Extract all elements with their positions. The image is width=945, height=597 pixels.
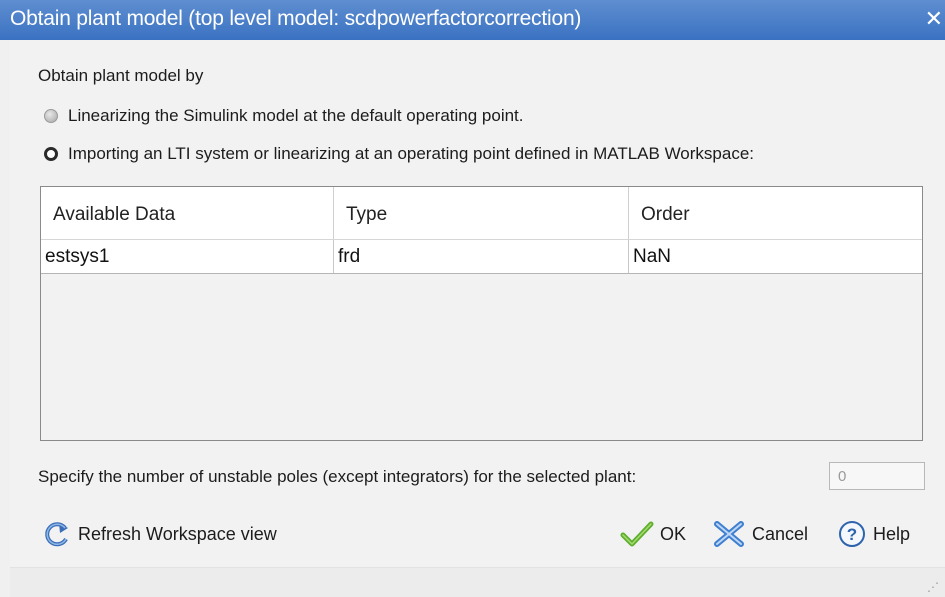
ok-label: OK bbox=[660, 523, 687, 544]
option-label: Linearizing the Simulink model at the de… bbox=[68, 106, 524, 125]
cancel-label: Cancel bbox=[752, 523, 809, 544]
dialog-window: Obtain plant model (top level model: scd… bbox=[0, 0, 945, 597]
workspace-data-table[interactable]: Available Data Type Order estsys1 frd Na… bbox=[40, 186, 923, 441]
table-row[interactable]: estsys1 frd NaN bbox=[41, 240, 922, 274]
cancel-button[interactable]: Cancel bbox=[712, 518, 808, 550]
svg-text:?: ? bbox=[847, 525, 857, 544]
column-header-type[interactable]: Type bbox=[334, 187, 629, 239]
unstable-poles-input[interactable] bbox=[829, 462, 925, 490]
cell-available-data: estsys1 bbox=[41, 240, 334, 273]
resize-grip-icon[interactable]: ⋰ bbox=[927, 580, 939, 594]
question-mark-icon: ? bbox=[839, 521, 865, 547]
refresh-workspace-button[interactable]: Refresh Workspace view bbox=[42, 518, 277, 550]
close-icon[interactable]: ✕ bbox=[925, 6, 943, 32]
column-header-order[interactable]: Order bbox=[629, 187, 922, 239]
title-bar[interactable]: Obtain plant model (top level model: scd… bbox=[0, 0, 945, 40]
unstable-poles-label: Specify the number of unstable poles (ex… bbox=[38, 467, 637, 486]
option-linearize-default[interactable]: Linearizing the Simulink model at the de… bbox=[44, 105, 524, 127]
status-strip: ⋰ bbox=[10, 567, 945, 597]
cell-type: frd bbox=[334, 240, 629, 273]
column-header-available-data[interactable]: Available Data bbox=[41, 187, 334, 239]
cell-order: NaN bbox=[633, 246, 672, 267]
table-header: Available Data Type Order bbox=[41, 187, 922, 240]
option-import-lti[interactable]: Importing an LTI system or linearizing a… bbox=[44, 143, 754, 165]
blue-x-icon bbox=[714, 521, 744, 547]
help-button[interactable]: ? Help bbox=[837, 518, 910, 550]
radio-button-unselected[interactable] bbox=[44, 109, 58, 123]
window-title: Obtain plant model (top level model: scd… bbox=[10, 7, 582, 30]
refresh-label: Refresh Workspace view bbox=[78, 523, 277, 544]
option-label: Importing an LTI system or linearizing a… bbox=[68, 144, 755, 163]
refresh-arrow-icon bbox=[45, 522, 68, 547]
obtain-by-label: Obtain plant model by bbox=[38, 66, 204, 85]
help-label: Help bbox=[873, 523, 911, 544]
green-checkmark-icon bbox=[620, 521, 654, 547]
radio-button-selected[interactable] bbox=[44, 147, 58, 161]
ok-button[interactable]: OK bbox=[620, 518, 686, 550]
